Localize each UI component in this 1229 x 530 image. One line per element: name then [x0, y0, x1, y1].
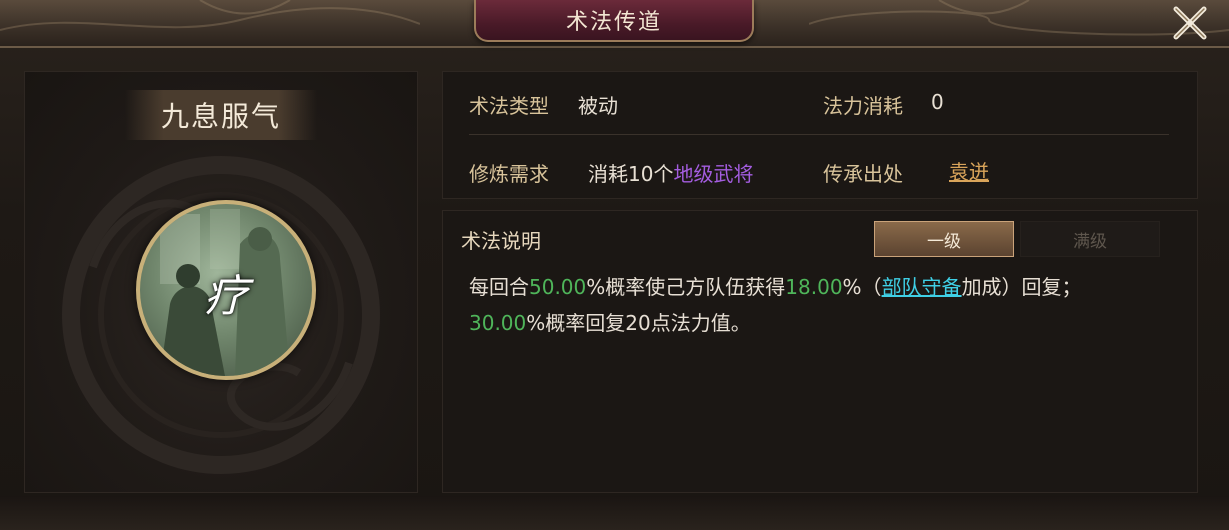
requirement-highlight: 地级武将 — [673, 162, 754, 186]
skill-portrait: 疗 — [136, 200, 316, 380]
skill-info-panel: 术法类型 被动 法力消耗 0 修炼需求 消耗10个地级武将 传承出处 袁迸 — [442, 71, 1198, 199]
ornament-left-icon — [0, 0, 420, 31]
defense-attribute-link[interactable]: 部队守备 — [882, 275, 962, 299]
origin-label: 传承出处 — [823, 162, 903, 186]
skill-name-plate: 九息服气 — [125, 90, 317, 140]
window-title-plate: 术法传道 — [474, 0, 754, 42]
description-panel: 术法说明 一级 满级 每回合50.00%概率使己方队伍获得18.00%（部队守备… — [442, 210, 1198, 493]
cost-label: 法力消耗 — [823, 94, 903, 118]
tab-max-level[interactable]: 满级 — [1020, 221, 1160, 257]
cost-value: 0 — [931, 90, 944, 114]
type-value: 被动 — [578, 94, 618, 118]
description-line-1: 每回合50.00%概率使己方队伍获得18.00%（部队守备加成）回复； — [469, 269, 1179, 305]
requirement-label: 修炼需求 — [469, 162, 549, 186]
close-x-icon — [1173, 6, 1207, 40]
skill-portrait-panel: 九息服气 疗 — [24, 71, 418, 493]
skill-name: 九息服气 — [160, 100, 281, 133]
desc-text-segment: %概率使己方队伍获得 — [586, 275, 786, 299]
desc-text-segment: 加成）回复； — [961, 275, 1082, 299]
desc-text-segment: %（ — [842, 275, 882, 299]
tab-level-one[interactable]: 一级 — [874, 221, 1014, 257]
top-bar: 术法传道 — [0, 0, 1229, 48]
portrait-glyph: 疗 — [204, 271, 248, 322]
close-button[interactable] — [1166, 0, 1214, 46]
desc-text-segment: 每回合 — [469, 275, 529, 299]
requirement-prefix: 消耗10个 — [588, 162, 674, 186]
type-label: 术法类型 — [469, 94, 549, 118]
chance-value: 50.00 — [529, 275, 587, 299]
description-line-2: 30.00%概率回复20点法力值。 — [469, 305, 1179, 341]
description-title: 术法说明 — [461, 229, 541, 253]
description-text: 每回合50.00%概率使己方队伍获得18.00%（部队守备加成）回复； 30.0… — [469, 269, 1179, 341]
desc-text-segment: %概率回复20点法力值。 — [526, 311, 751, 335]
window-title: 术法传道 — [565, 10, 662, 35]
origin-link[interactable]: 袁迸 — [949, 156, 989, 185]
bottom-strip — [0, 496, 1229, 530]
heal-value: 18.00 — [785, 275, 843, 299]
requirement-value: 消耗10个地级武将 — [588, 158, 753, 187]
info-divider — [469, 134, 1169, 135]
mana-chance-value: 30.00 — [469, 311, 527, 335]
skill-detail-window: 术法传道 九息服气 疗 术法类型 被动 法力消耗 0 修炼需求 消耗10个地级武… — [0, 0, 1229, 530]
